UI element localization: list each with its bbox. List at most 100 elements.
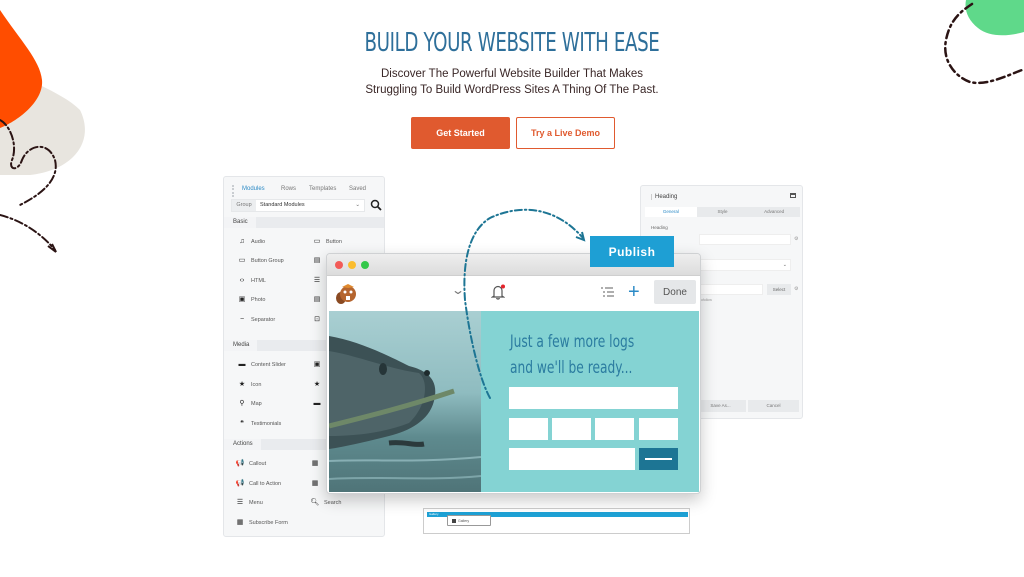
star-icon: ★: [238, 381, 246, 388]
module-icon[interactable]: ★ Icon: [237, 380, 262, 390]
module-icon-group[interactable]: ★: [312, 380, 326, 390]
chevron-down-icon[interactable]: ⌄: [451, 283, 465, 297]
module-button-group[interactable]: ▭ Button Group: [237, 256, 284, 266]
megaphone-icon: 📢: [235, 460, 245, 467]
layout-icon: ▦: [311, 480, 319, 487]
bell-icon[interactable]: [491, 284, 505, 300]
module-label: Button Group: [251, 258, 284, 264]
module-content-slider[interactable]: ▬ Content Slider: [237, 360, 286, 370]
module-label: Separator: [251, 317, 276, 323]
tab-style[interactable]: Style: [697, 207, 749, 217]
text-icon: ▤: [313, 296, 321, 303]
form-field-full[interactable]: [509, 387, 678, 409]
form-field-4[interactable]: [639, 418, 678, 440]
module-label: Callout: [249, 461, 267, 467]
module-label: Content Slider: [251, 362, 286, 368]
publish-button[interactable]: Publish: [590, 236, 674, 267]
module-label: Search: [324, 500, 342, 506]
gallery-row-preview: Gallery Gallery: [423, 508, 690, 534]
module-call-to-action[interactable]: 📢 Call to Action: [235, 479, 281, 489]
module-menu[interactable]: ☰ Menu: [235, 498, 263, 508]
save-as-button[interactable]: Save As...: [695, 400, 746, 412]
module-callout[interactable]: 📢 Callout: [235, 459, 266, 469]
module-video[interactable]: ⊡: [312, 315, 326, 325]
separator-icon: −: [239, 316, 245, 323]
tab-rows[interactable]: Rows: [281, 186, 296, 192]
done-button[interactable]: Done: [654, 280, 696, 304]
tag-select[interactable]: ⌄: [699, 259, 791, 271]
module-label: Map: [251, 401, 262, 407]
module-gallery[interactable]: ▣: [312, 360, 326, 370]
group-select[interactable]: Group Standard Modules ⌄: [231, 199, 365, 212]
form-field-3[interactable]: [595, 418, 634, 440]
module-separator[interactable]: − Separator: [237, 315, 275, 325]
page-hero-section: Just a few more logs and we'll be ready.…: [329, 311, 699, 492]
get-started-button[interactable]: Get Started: [411, 117, 510, 149]
maximize-window-icon[interactable]: [361, 261, 369, 269]
code-icon: ‹›: [239, 277, 245, 284]
slider-icon: ▬: [313, 400, 321, 407]
module-label: Testimonials: [251, 421, 282, 427]
module-text-editor[interactable]: ▤: [312, 256, 326, 266]
section-basic-label: Basic: [224, 217, 256, 228]
module-testimonials[interactable]: ❝ Testimonials: [237, 419, 281, 429]
drag-handle-icon[interactable]: [232, 185, 234, 197]
module-list[interactable]: ☰: [312, 276, 326, 286]
live-demo-button[interactable]: Try a Live Demo: [516, 117, 615, 149]
module-subscribe-form[interactable]: ▦ Subscribe Form: [235, 518, 288, 528]
module-search[interactable]: 🔍︎ Search: [310, 498, 342, 508]
hero-subtitle-line-2: Struggling To Build WordPress Sites A Th…: [365, 84, 659, 96]
gear-icon[interactable]: ⚙: [794, 286, 798, 292]
page-headline-line-2: and we'll be ready...: [510, 358, 633, 378]
page: BUILD YOUR WEBSITE WITH EASE Discover Th…: [0, 0, 1024, 577]
module-label: Call to Action: [249, 481, 282, 487]
form-icon: ▦: [236, 519, 244, 526]
settings-footer: Save As... Cancel: [695, 400, 799, 412]
outline-list-icon[interactable]: [601, 287, 615, 299]
module-html[interactable]: ‹› HTML: [237, 276, 266, 286]
minimize-icon[interactable]: [790, 193, 796, 198]
menu-icon: ☰: [236, 499, 244, 506]
form-field-email[interactable]: [509, 448, 635, 470]
section-basic: Basic: [224, 217, 384, 228]
chevron-down-icon: ⌄: [355, 202, 360, 208]
module-map[interactable]: ⚲ Map: [237, 399, 262, 409]
settings-title: Heading: [651, 194, 677, 200]
button-icon: ▭: [313, 238, 321, 245]
module-slideshow[interactable]: ▬: [312, 399, 326, 409]
gear-icon[interactable]: ⚙: [794, 236, 798, 242]
star-icon: ★: [313, 381, 321, 388]
form-field-2[interactable]: [552, 418, 591, 440]
form-submit-button[interactable]: [639, 448, 678, 470]
module-photo[interactable]: ▣ Photo: [237, 295, 266, 305]
tab-modules[interactable]: Modules: [242, 186, 265, 192]
heading-input[interactable]: [699, 234, 791, 245]
module-button[interactable]: ▭ Button: [312, 237, 342, 247]
module-audio[interactable]: ♫ Audio: [237, 237, 265, 247]
minimize-window-icon[interactable]: [348, 261, 356, 269]
gallery-icon: ▣: [313, 361, 321, 368]
button-group-icon: ▭: [238, 257, 246, 264]
page-headline-line-1: Just a few more logs: [510, 332, 635, 352]
form-field-1[interactable]: [509, 418, 548, 440]
module-text[interactable]: ▤: [312, 295, 326, 305]
tab-advanced[interactable]: Advanced: [748, 207, 800, 217]
add-content-icon[interactable]: +: [628, 280, 640, 304]
cancel-button[interactable]: Cancel: [748, 400, 799, 412]
search-icon[interactable]: [370, 199, 382, 211]
photo-icon: ▣: [238, 296, 246, 303]
gallery-module-chip[interactable]: Gallery: [447, 515, 491, 526]
map-pin-icon: ⚲: [239, 400, 245, 407]
link-input[interactable]: [699, 284, 763, 295]
decorative-blob-left: [0, 10, 85, 253]
select-link-button[interactable]: Select: [767, 284, 791, 295]
tab-saved[interactable]: Saved: [349, 186, 366, 192]
tab-general[interactable]: General: [645, 207, 697, 217]
page-headline: Just a few more logs and we'll be ready.…: [510, 329, 634, 381]
hero-subtitle-line-1: Discover The Powerful Website Builder Th…: [380, 68, 644, 80]
close-window-icon[interactable]: [335, 261, 343, 269]
module-layout-2[interactable]: ▦: [310, 479, 324, 489]
module-layout-1[interactable]: ▦: [310, 459, 324, 469]
tab-templates[interactable]: Templates: [309, 186, 336, 192]
beaver-logo-icon[interactable]: [334, 282, 358, 306]
